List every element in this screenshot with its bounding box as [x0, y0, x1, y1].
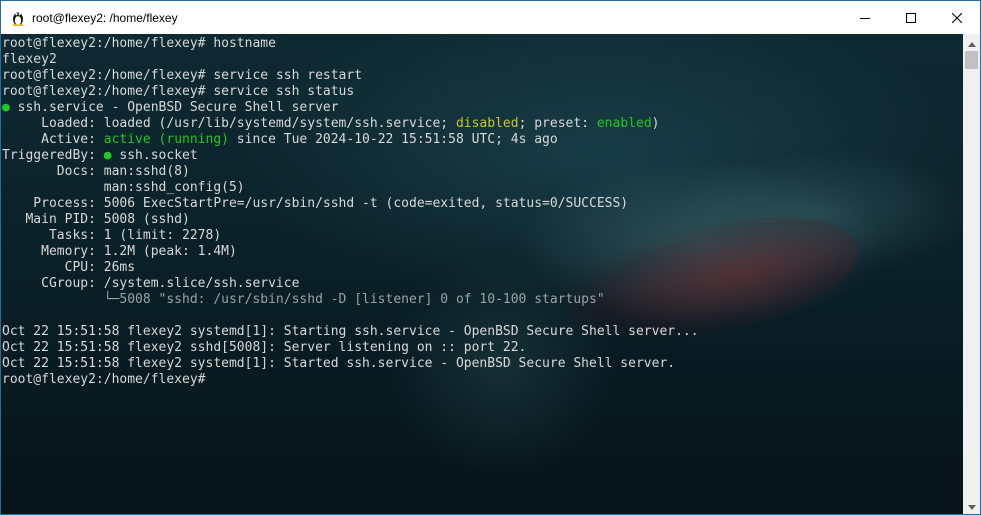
terminal-line: root@flexey2:/home/flexey# service ssh r…	[2, 68, 699, 84]
terminal-line: Oct 22 15:51:58 flexey2 systemd[1]: Star…	[2, 356, 699, 372]
terminal-text-segment: Process: 5006 ExecStartPre=/usr/sbin/ssh…	[2, 196, 629, 211]
terminal-text-segment: └─5008 "sshd: /usr/sbin/sshd -D [listene…	[2, 292, 605, 307]
terminal-line: Loaded: loaded (/usr/lib/systemd/system/…	[2, 116, 699, 132]
terminal-text-segment: TriggeredBy:	[2, 148, 104, 163]
terminal-line: Memory: 1.2M (peak: 1.4M)	[2, 244, 699, 260]
terminal-viewport[interactable]: root@flexey2:/home/flexey# hostname flexe…	[1, 34, 963, 514]
terminal-text-segment: ●	[2, 100, 10, 115]
scroll-down-arrow-icon	[967, 497, 976, 515]
terminal-text-segment: enabled	[596, 116, 652, 131]
close-icon	[952, 12, 962, 23]
terminal-text-segment: flexey2	[2, 52, 57, 67]
terminal-line: CPU: 26ms	[2, 260, 699, 276]
terminal-text-segment: Main PID: 5008 (sshd)	[2, 212, 190, 227]
scroll-down-button[interactable]	[963, 497, 980, 514]
terminal-line: Main PID: 5008 (sshd)	[2, 212, 699, 228]
terminal-line: └─5008 "sshd: /usr/sbin/sshd -D [listene…	[2, 292, 699, 308]
terminal-text-segment: Tasks: 1 (limit: 2278)	[2, 228, 222, 243]
terminal-line: Process: 5006 ExecStartPre=/usr/sbin/ssh…	[2, 196, 699, 212]
terminal-text-segment: Oct 22 15:51:58 flexey2 systemd[1]: Star…	[2, 356, 676, 371]
tux-penguin-icon	[10, 10, 26, 26]
terminal-line: Oct 22 15:51:58 flexey2 sshd[5008]: Serv…	[2, 340, 699, 356]
terminal-line: man:sshd_config(5)	[2, 180, 699, 196]
terminal-line: Active: active (running) since Tue 2024-…	[2, 132, 699, 148]
terminal-text-segment: ●	[103, 148, 112, 163]
terminal-text-segment: CGroup: /system.slice/ssh.service	[2, 276, 300, 291]
terminal-text-segment: Memory: 1.2M (peak: 1.4M)	[2, 244, 237, 259]
scrollbar-thumb[interactable]	[965, 51, 978, 69]
terminal-line: root@flexey2:/home/flexey#	[2, 372, 699, 388]
terminal-line: ● ssh.service - OpenBSD Secure Shell ser…	[2, 100, 699, 116]
maximize-button[interactable]	[888, 1, 934, 34]
vertical-scrollbar[interactable]	[963, 34, 980, 514]
terminal-text-segment: Loaded: loaded (/usr/lib/systemd/system/…	[2, 116, 456, 131]
maximize-icon	[906, 12, 916, 23]
terminal-text-segment: Active:	[2, 132, 104, 147]
terminal-text-segment: man:sshd_config(5)	[2, 180, 245, 195]
terminal-line: Oct 22 15:51:58 flexey2 systemd[1]: Star…	[2, 324, 699, 340]
terminal-text-segment: root@flexey2:/home/flexey# service ssh s…	[2, 84, 355, 99]
minimize-icon	[860, 13, 870, 23]
terminal-line: Tasks: 1 (limit: 2278)	[2, 228, 699, 244]
terminal-text-segment: root@flexey2:/home/flexey# service ssh r…	[2, 68, 363, 83]
terminal-text-segment: CPU: 26ms	[2, 260, 136, 275]
terminal-text-segment: Oct 22 15:51:58 flexey2 systemd[1]: Star…	[2, 324, 699, 339]
close-button[interactable]	[934, 1, 980, 34]
scroll-up-arrow-icon	[967, 34, 976, 52]
terminal-text-segment: )	[651, 116, 660, 131]
terminal-line: flexey2	[2, 52, 699, 68]
terminal-text-segment: Oct 22 15:51:58 flexey2 sshd[5008]: Serv…	[2, 340, 527, 355]
terminal-window: root@flexey2: /home/flexey root@flexey2:…	[0, 0, 981, 515]
window-title: root@flexey2: /home/flexey	[32, 10, 178, 25]
terminal-text-segment: ssh.service - OpenBSD Secure Shell serve…	[9, 100, 339, 115]
terminal-text-segment: Docs: man:sshd(8)	[2, 164, 190, 179]
terminal-line: root@flexey2:/home/flexey# hostname	[2, 36, 699, 52]
terminal-text-segment: ; preset:	[518, 116, 597, 131]
terminal-text-segment: active (running)	[103, 132, 229, 147]
terminal-output[interactable]: root@flexey2:/home/flexey# hostname flexe…	[2, 36, 699, 388]
minimize-button[interactable]	[842, 1, 888, 34]
scroll-up-button[interactable]	[963, 34, 980, 51]
terminal-line: root@flexey2:/home/flexey# service ssh s…	[2, 84, 699, 100]
terminal-line: CGroup: /system.slice/ssh.service	[2, 276, 699, 292]
terminal-line: TriggeredBy: ● ssh.socket	[2, 148, 699, 164]
terminal-text-segment: disabled	[455, 116, 519, 131]
terminal-text-segment: ssh.socket	[111, 148, 198, 163]
terminal-text-segment: since Tue 2024-10-22 15:51:58 UTC; 4s ag…	[228, 132, 558, 147]
title-bar[interactable]: root@flexey2: /home/flexey	[1, 1, 980, 34]
terminal-line: Docs: man:sshd(8)	[2, 164, 699, 180]
terminal-text-segment: root@flexey2:/home/flexey#	[2, 372, 214, 387]
terminal-text-segment: root@flexey2:/home/flexey# hostname	[2, 36, 276, 51]
